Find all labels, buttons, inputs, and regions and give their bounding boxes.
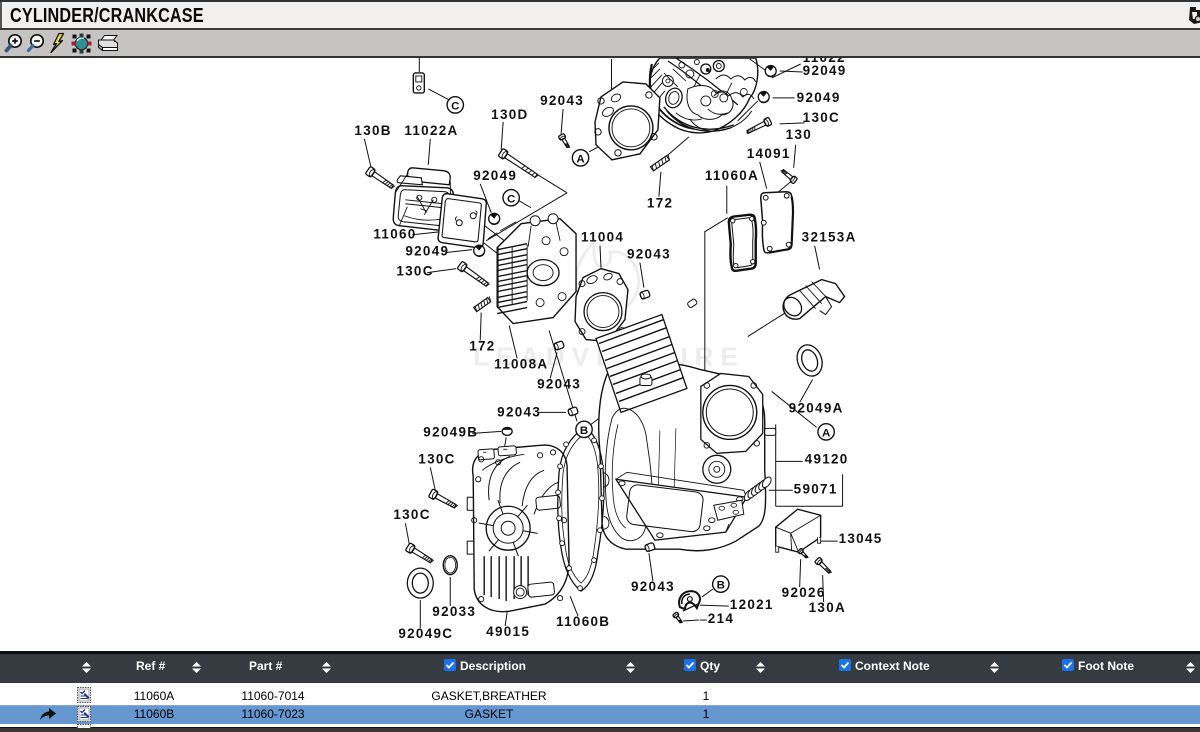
- svg-text:92049: 92049: [473, 168, 517, 183]
- svg-text:130D: 130D: [491, 107, 528, 122]
- svg-text:32153A: 32153A: [802, 230, 857, 245]
- svg-text:214: 214: [708, 611, 734, 626]
- svg-text:172: 172: [647, 196, 673, 211]
- svg-text:92043: 92043: [497, 404, 541, 419]
- svg-text:130C: 130C: [396, 264, 433, 279]
- svg-text:92033: 92033: [432, 604, 476, 619]
- svg-text:14091: 14091: [747, 146, 791, 161]
- svg-text:92049C: 92049C: [398, 626, 453, 641]
- svg-text:11060: 11060: [373, 227, 416, 242]
- svg-text:172: 172: [469, 339, 495, 354]
- svg-text:B: B: [580, 425, 588, 437]
- svg-text:C: C: [451, 100, 459, 112]
- svg-text:11060A: 11060A: [705, 168, 759, 183]
- svg-text:A: A: [822, 427, 830, 439]
- svg-text:13045: 13045: [839, 531, 883, 546]
- svg-text:92049: 92049: [405, 244, 449, 259]
- svg-text:12021: 12021: [730, 597, 774, 612]
- svg-text:11022A: 11022A: [404, 123, 458, 138]
- svg-text:92043: 92043: [540, 93, 584, 108]
- svg-text:C: C: [507, 193, 515, 205]
- svg-text:130C: 130C: [803, 110, 840, 125]
- svg-text:92049B: 92049B: [423, 424, 478, 439]
- svg-text:130B: 130B: [354, 123, 391, 138]
- svg-text:130C: 130C: [418, 451, 455, 466]
- svg-text:59071: 59071: [794, 481, 838, 496]
- svg-text:92043: 92043: [537, 376, 581, 391]
- svg-text:92026: 92026: [782, 585, 826, 600]
- svg-text:92049A: 92049A: [789, 400, 844, 415]
- svg-text:92043: 92043: [627, 247, 671, 262]
- svg-text:130A: 130A: [809, 600, 846, 615]
- svg-text:11004: 11004: [581, 230, 624, 245]
- svg-text:B: B: [717, 580, 725, 592]
- svg-text:130: 130: [786, 127, 812, 142]
- svg-text:11008A: 11008A: [494, 356, 548, 371]
- svg-text:49120: 49120: [805, 451, 849, 466]
- svg-text:92049: 92049: [797, 90, 841, 105]
- svg-text:A: A: [576, 153, 584, 165]
- svg-text:11060B: 11060B: [556, 614, 610, 629]
- svg-text:92049: 92049: [803, 63, 847, 78]
- svg-text:130C: 130C: [393, 507, 430, 522]
- svg-text:49015: 49015: [486, 624, 530, 639]
- svg-text:92043: 92043: [631, 579, 675, 594]
